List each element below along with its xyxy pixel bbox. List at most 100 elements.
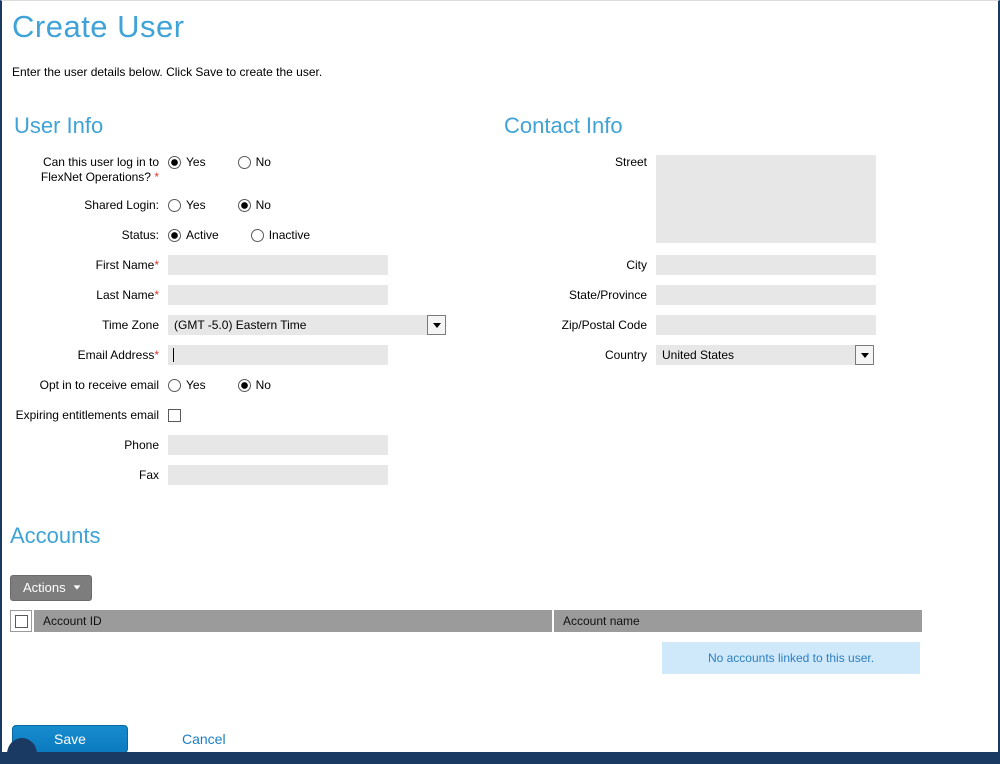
shared-login-no-label: No xyxy=(256,198,271,212)
street-textarea[interactable] xyxy=(656,155,876,243)
user-info-section: User Info Can this user log in to FlexNe… xyxy=(2,113,504,495)
city-label: City xyxy=(504,258,656,273)
accounts-heading: Accounts xyxy=(10,523,998,549)
city-input[interactable] xyxy=(656,255,876,275)
fax-input[interactable] xyxy=(168,465,388,485)
opt-in-yes-option[interactable]: Yes xyxy=(168,378,206,392)
expiring-email-checkbox[interactable] xyxy=(168,409,181,422)
accounts-table-header: Account ID Account name xyxy=(10,610,922,632)
state-input[interactable] xyxy=(656,285,876,305)
select-all-checkbox[interactable] xyxy=(15,615,28,628)
zip-input[interactable] xyxy=(656,315,876,335)
empty-accounts-notice: No accounts linked to this user. xyxy=(662,642,920,674)
email-label-text: Email Address xyxy=(78,348,155,362)
time-zone-label: Time Zone xyxy=(10,318,168,333)
login-no-option[interactable]: No xyxy=(238,155,271,169)
page-subtitle: Enter the user details below. Click Save… xyxy=(2,45,998,79)
expiring-email-row: Expiring entitlements email xyxy=(10,405,504,425)
login-question-label: Can this user log in to FlexNet Operatio… xyxy=(10,155,168,185)
opt-in-yes-radio[interactable] xyxy=(168,379,181,392)
zip-row: Zip/Postal Code xyxy=(504,315,998,335)
dropdown-arrow-icon xyxy=(427,315,446,335)
login-no-radio[interactable] xyxy=(238,156,251,169)
last-name-label-text: Last Name xyxy=(96,288,154,302)
country-row: Country United States xyxy=(504,345,998,365)
state-label: State/Province xyxy=(504,288,656,303)
opt-in-radio-group: Yes No xyxy=(168,378,303,392)
shared-login-label: Shared Login: xyxy=(10,198,168,213)
login-question-label-line2: FlexNet Operations? xyxy=(41,170,151,184)
first-name-row: First Name* xyxy=(10,255,504,275)
first-name-label: First Name* xyxy=(10,258,168,273)
email-label: Email Address* xyxy=(10,348,168,363)
first-name-label-text: First Name xyxy=(96,258,155,272)
state-row: State/Province xyxy=(504,285,998,305)
contact-info-section: Contact Info Street City State/Province … xyxy=(504,113,998,495)
status-active-radio[interactable] xyxy=(168,229,181,242)
country-label: Country xyxy=(504,348,656,363)
user-info-heading: User Info xyxy=(10,113,504,139)
login-yes-option[interactable]: Yes xyxy=(168,155,206,169)
email-input[interactable] xyxy=(168,345,388,365)
opt-in-no-option[interactable]: No xyxy=(238,378,271,392)
opt-in-row: Opt in to receive email Yes No xyxy=(10,375,504,395)
status-active-label: Active xyxy=(186,228,219,242)
dropdown-caret-icon xyxy=(73,585,80,589)
status-inactive-radio[interactable] xyxy=(251,229,264,242)
login-yes-label: Yes xyxy=(186,155,206,169)
shared-login-radio-group: Yes No xyxy=(168,198,303,212)
form-columns: User Info Can this user log in to FlexNe… xyxy=(2,113,998,495)
actions-button[interactable]: Actions xyxy=(10,575,92,601)
status-inactive-option[interactable]: Inactive xyxy=(251,228,310,242)
fax-row: Fax xyxy=(10,465,504,485)
status-active-option[interactable]: Active xyxy=(168,228,219,242)
phone-input[interactable] xyxy=(168,435,388,455)
page-title: Create User xyxy=(2,1,998,45)
opt-in-yes-label: Yes xyxy=(186,378,206,392)
login-radio-group: Yes No xyxy=(168,155,303,169)
shared-login-no-radio[interactable] xyxy=(238,199,251,212)
required-asterisk: * xyxy=(154,258,159,272)
phone-row: Phone xyxy=(10,435,504,455)
opt-in-no-label: No xyxy=(256,378,271,392)
country-value: United States xyxy=(662,348,855,362)
required-asterisk: * xyxy=(154,288,159,302)
required-asterisk: * xyxy=(154,170,159,184)
actions-button-label: Actions xyxy=(23,580,66,595)
status-radio-group: Active Inactive xyxy=(168,228,342,242)
street-row: Street xyxy=(504,155,998,243)
city-row: City xyxy=(504,255,998,275)
email-input-wrap xyxy=(168,345,388,365)
time-zone-value: (GMT -5.0) Eastern Time xyxy=(174,318,427,332)
first-name-input[interactable] xyxy=(168,255,388,275)
time-zone-select[interactable]: (GMT -5.0) Eastern Time xyxy=(168,315,446,335)
login-question-label-line1: Can this user log in to xyxy=(43,155,159,169)
dropdown-arrow-icon xyxy=(855,345,874,365)
login-yes-radio[interactable] xyxy=(168,156,181,169)
shared-login-yes-radio[interactable] xyxy=(168,199,181,212)
accounts-section: Accounts Actions Account ID Account name… xyxy=(2,523,998,674)
shared-login-no-option[interactable]: No xyxy=(238,198,271,212)
create-user-page: Create User Enter the user details below… xyxy=(0,0,1000,764)
expiring-email-label: Expiring entitlements email xyxy=(10,408,168,423)
select-all-cell xyxy=(10,610,32,632)
shared-login-yes-option[interactable]: Yes xyxy=(168,198,206,212)
last-name-input[interactable] xyxy=(168,285,388,305)
status-label: Status: xyxy=(10,228,168,243)
text-caret xyxy=(173,348,174,362)
column-header-account-id: Account ID xyxy=(34,610,552,632)
contact-info-heading: Contact Info xyxy=(504,113,998,139)
time-zone-row: Time Zone (GMT -5.0) Eastern Time xyxy=(10,315,504,335)
last-name-row: Last Name* xyxy=(10,285,504,305)
status-inactive-label: Inactive xyxy=(269,228,310,242)
required-asterisk: * xyxy=(154,348,159,362)
login-question-row: Can this user log in to FlexNet Operatio… xyxy=(10,155,504,185)
last-name-label: Last Name* xyxy=(10,288,168,303)
status-row: Status: Active Inactive xyxy=(10,225,504,245)
cancel-link[interactable]: Cancel xyxy=(182,731,226,747)
bottom-bar xyxy=(2,752,998,764)
opt-in-no-radio[interactable] xyxy=(238,379,251,392)
street-label: Street xyxy=(504,155,656,170)
email-row: Email Address* xyxy=(10,345,504,365)
country-select[interactable]: United States xyxy=(656,345,874,365)
